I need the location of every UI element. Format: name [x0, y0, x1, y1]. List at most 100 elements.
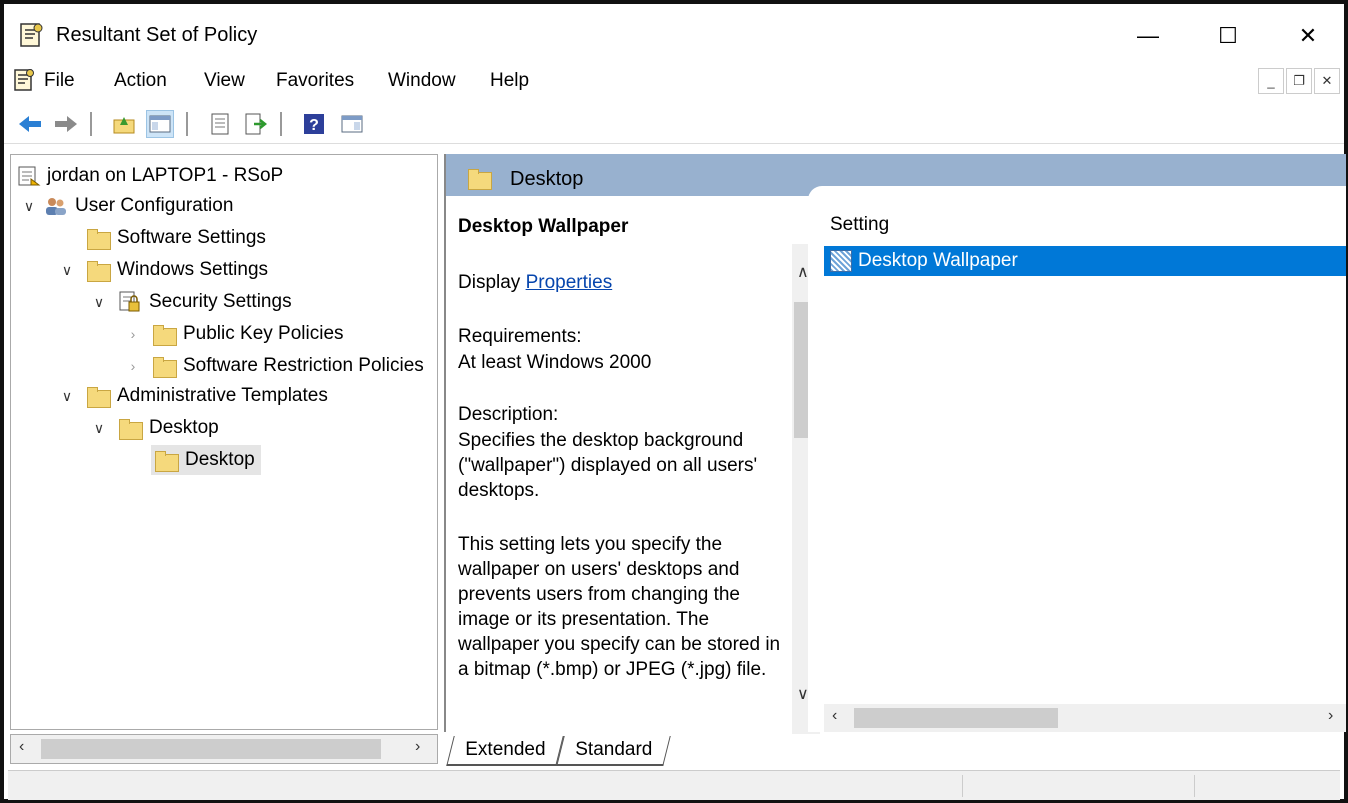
back-button[interactable] — [16, 110, 44, 138]
requirements-label: Requirements: — [458, 326, 582, 347]
menu-action[interactable]: Action — [114, 70, 167, 92]
system-menu-icon[interactable] — [12, 68, 36, 92]
details-pane: Desktop Desktop Wallpaper Display Proper… — [444, 154, 1346, 734]
chevron-down-icon[interactable]: ∨ — [19, 198, 39, 215]
scrollbar-thumb[interactable] — [854, 708, 1058, 728]
tree-horizontal-scrollbar[interactable]: ‹ › — [10, 734, 438, 764]
display-properties-line: Display Properties — [458, 272, 612, 294]
up-one-level-button[interactable] — [110, 110, 138, 138]
show-hide-action-pane-button[interactable] — [338, 110, 366, 138]
show-hide-tree-button[interactable] — [146, 110, 174, 138]
status-bar — [8, 770, 1340, 800]
maximize-button[interactable]: ☐ — [1198, 14, 1258, 58]
description-more-text: This setting lets you specify the wallpa… — [458, 534, 781, 680]
tree-item-label: jordan on LAPTOP1 - RSoP — [47, 165, 284, 186]
export-list-icon — [245, 113, 268, 135]
mdi-restore-button[interactable]: ❐ — [1286, 68, 1312, 94]
tree-item-windows-settings[interactable]: ∨ Windows Settings — [57, 255, 268, 285]
scroll-right-icon[interactable]: › — [415, 738, 420, 756]
tree-item-label: Software Settings — [117, 227, 266, 248]
tree-item-user-configuration[interactable]: ∨ User Configuration — [19, 191, 234, 221]
folder-icon — [151, 356, 177, 378]
forward-button[interactable] — [52, 110, 80, 138]
export-list-button[interactable] — [242, 110, 270, 138]
tree-item-rsop-root[interactable]: jordan on LAPTOP1 - RSoP — [17, 161, 283, 191]
mdi-close-button[interactable]: ✕ — [1314, 68, 1340, 94]
folder-icon — [85, 260, 111, 282]
tree-item-security-settings[interactable]: ∨ Security Settings — [89, 287, 292, 317]
show-hide-tree-icon — [149, 115, 171, 133]
scrollbar-thumb[interactable] — [41, 739, 381, 759]
tab-standard[interactable]: Standard — [556, 736, 671, 766]
title-bar: Resultant Set of Policy — ☐ ✕ — [4, 4, 1344, 66]
policy-setting-icon — [830, 250, 852, 272]
tree-item-label: Administrative Templates — [117, 385, 328, 406]
tree-item-desktop-selected[interactable]: Desktop — [151, 445, 261, 475]
security-settings-icon — [119, 291, 140, 312]
folder-icon — [466, 168, 492, 190]
minimize-button[interactable]: — — [1118, 14, 1178, 58]
menu-window[interactable]: Window — [388, 70, 456, 92]
tree-item-software-settings[interactable]: Software Settings — [85, 223, 266, 253]
policy-title: Desktop Wallpaper — [458, 216, 629, 237]
show-hide-action-pane-icon — [341, 115, 363, 133]
chevron-down-icon[interactable]: ∨ — [89, 420, 109, 437]
description-text: Specifies the desktop background ("wallp… — [458, 430, 758, 501]
tab-extended[interactable]: Extended — [446, 736, 565, 766]
description-label: Description: — [458, 404, 559, 425]
tree-item-label: Desktop — [149, 417, 219, 438]
mdi-minimize-button[interactable]: _ — [1258, 68, 1284, 94]
chevron-down-icon[interactable]: ∨ — [57, 262, 77, 279]
details-header-title: Desktop — [510, 168, 584, 190]
properties-link[interactable]: Properties — [526, 272, 613, 293]
list-item-label: Desktop Wallpaper — [858, 250, 1018, 271]
tab-label: Extended — [465, 739, 546, 760]
folder-icon — [117, 418, 143, 440]
scroll-left-icon[interactable]: ‹ — [832, 707, 837, 725]
tree-item-desktop-parent[interactable]: ∨ Desktop — [89, 413, 219, 443]
menu-bar: File Action View Favorites Window Help _… — [4, 66, 1344, 98]
close-button[interactable]: ✕ — [1278, 14, 1338, 58]
chevron-down-icon[interactable]: ∨ — [89, 294, 109, 311]
tree-item-label: Software Restriction Policies — [183, 355, 424, 376]
toolbar-separator — [90, 112, 92, 136]
tree-item-public-key-policies[interactable]: › Public Key Policies — [123, 319, 344, 349]
scroll-right-icon[interactable]: › — [1328, 707, 1333, 725]
users-icon — [46, 198, 66, 215]
tree-item-label: User Configuration — [75, 195, 234, 216]
list-item-desktop-wallpaper[interactable]: Desktop Wallpaper — [824, 246, 1346, 276]
scroll-up-icon[interactable]: ∧ — [797, 262, 809, 282]
folder-icon — [85, 228, 111, 250]
tree-item-software-restriction-policies[interactable]: › Software Restriction Policies — [123, 351, 424, 381]
menu-favorites[interactable]: Favorites — [276, 70, 354, 92]
chevron-right-icon[interactable]: › — [123, 326, 143, 342]
menu-view[interactable]: View — [204, 70, 245, 92]
scroll-left-icon[interactable]: ‹ — [19, 738, 24, 756]
tree-item-administrative-templates[interactable]: ∨ Administrative Templates — [57, 381, 328, 411]
rsop-window: Resultant Set of Policy — ☐ ✕ File Actio… — [0, 0, 1348, 803]
properties-icon — [211, 113, 229, 135]
console-tree: jordan on LAPTOP1 - RSoP ∨ User Configur… — [10, 154, 438, 730]
properties-button[interactable] — [206, 110, 234, 138]
tree-item-label: Windows Settings — [117, 259, 269, 280]
menu-help[interactable]: Help — [490, 70, 529, 92]
help-icon: ? — [304, 114, 324, 134]
rsop-report-icon — [18, 166, 41, 186]
chevron-right-icon[interactable]: › — [123, 358, 143, 374]
list-horizontal-scrollbar[interactable]: ‹ › — [824, 704, 1346, 732]
scroll-down-icon[interactable]: ∨ — [797, 684, 809, 704]
toolbar-separator — [186, 112, 188, 136]
settings-list: Setting Desktop Wallpaper ‹ › — [808, 186, 1346, 732]
rsop-app-icon — [20, 23, 43, 47]
column-header-setting[interactable]: Setting — [830, 214, 889, 236]
help-button[interactable]: ? — [300, 110, 328, 138]
folder-icon — [85, 386, 111, 408]
tree-item-label: Public Key Policies — [183, 323, 344, 344]
status-divider — [1194, 775, 1195, 797]
folder-icon — [153, 450, 179, 472]
menu-file[interactable]: File — [44, 70, 75, 92]
svg-text:?: ? — [309, 117, 319, 134]
back-arrow-icon — [19, 116, 41, 132]
chevron-down-icon[interactable]: ∨ — [57, 388, 77, 405]
toolbar: ? — [4, 104, 1344, 144]
